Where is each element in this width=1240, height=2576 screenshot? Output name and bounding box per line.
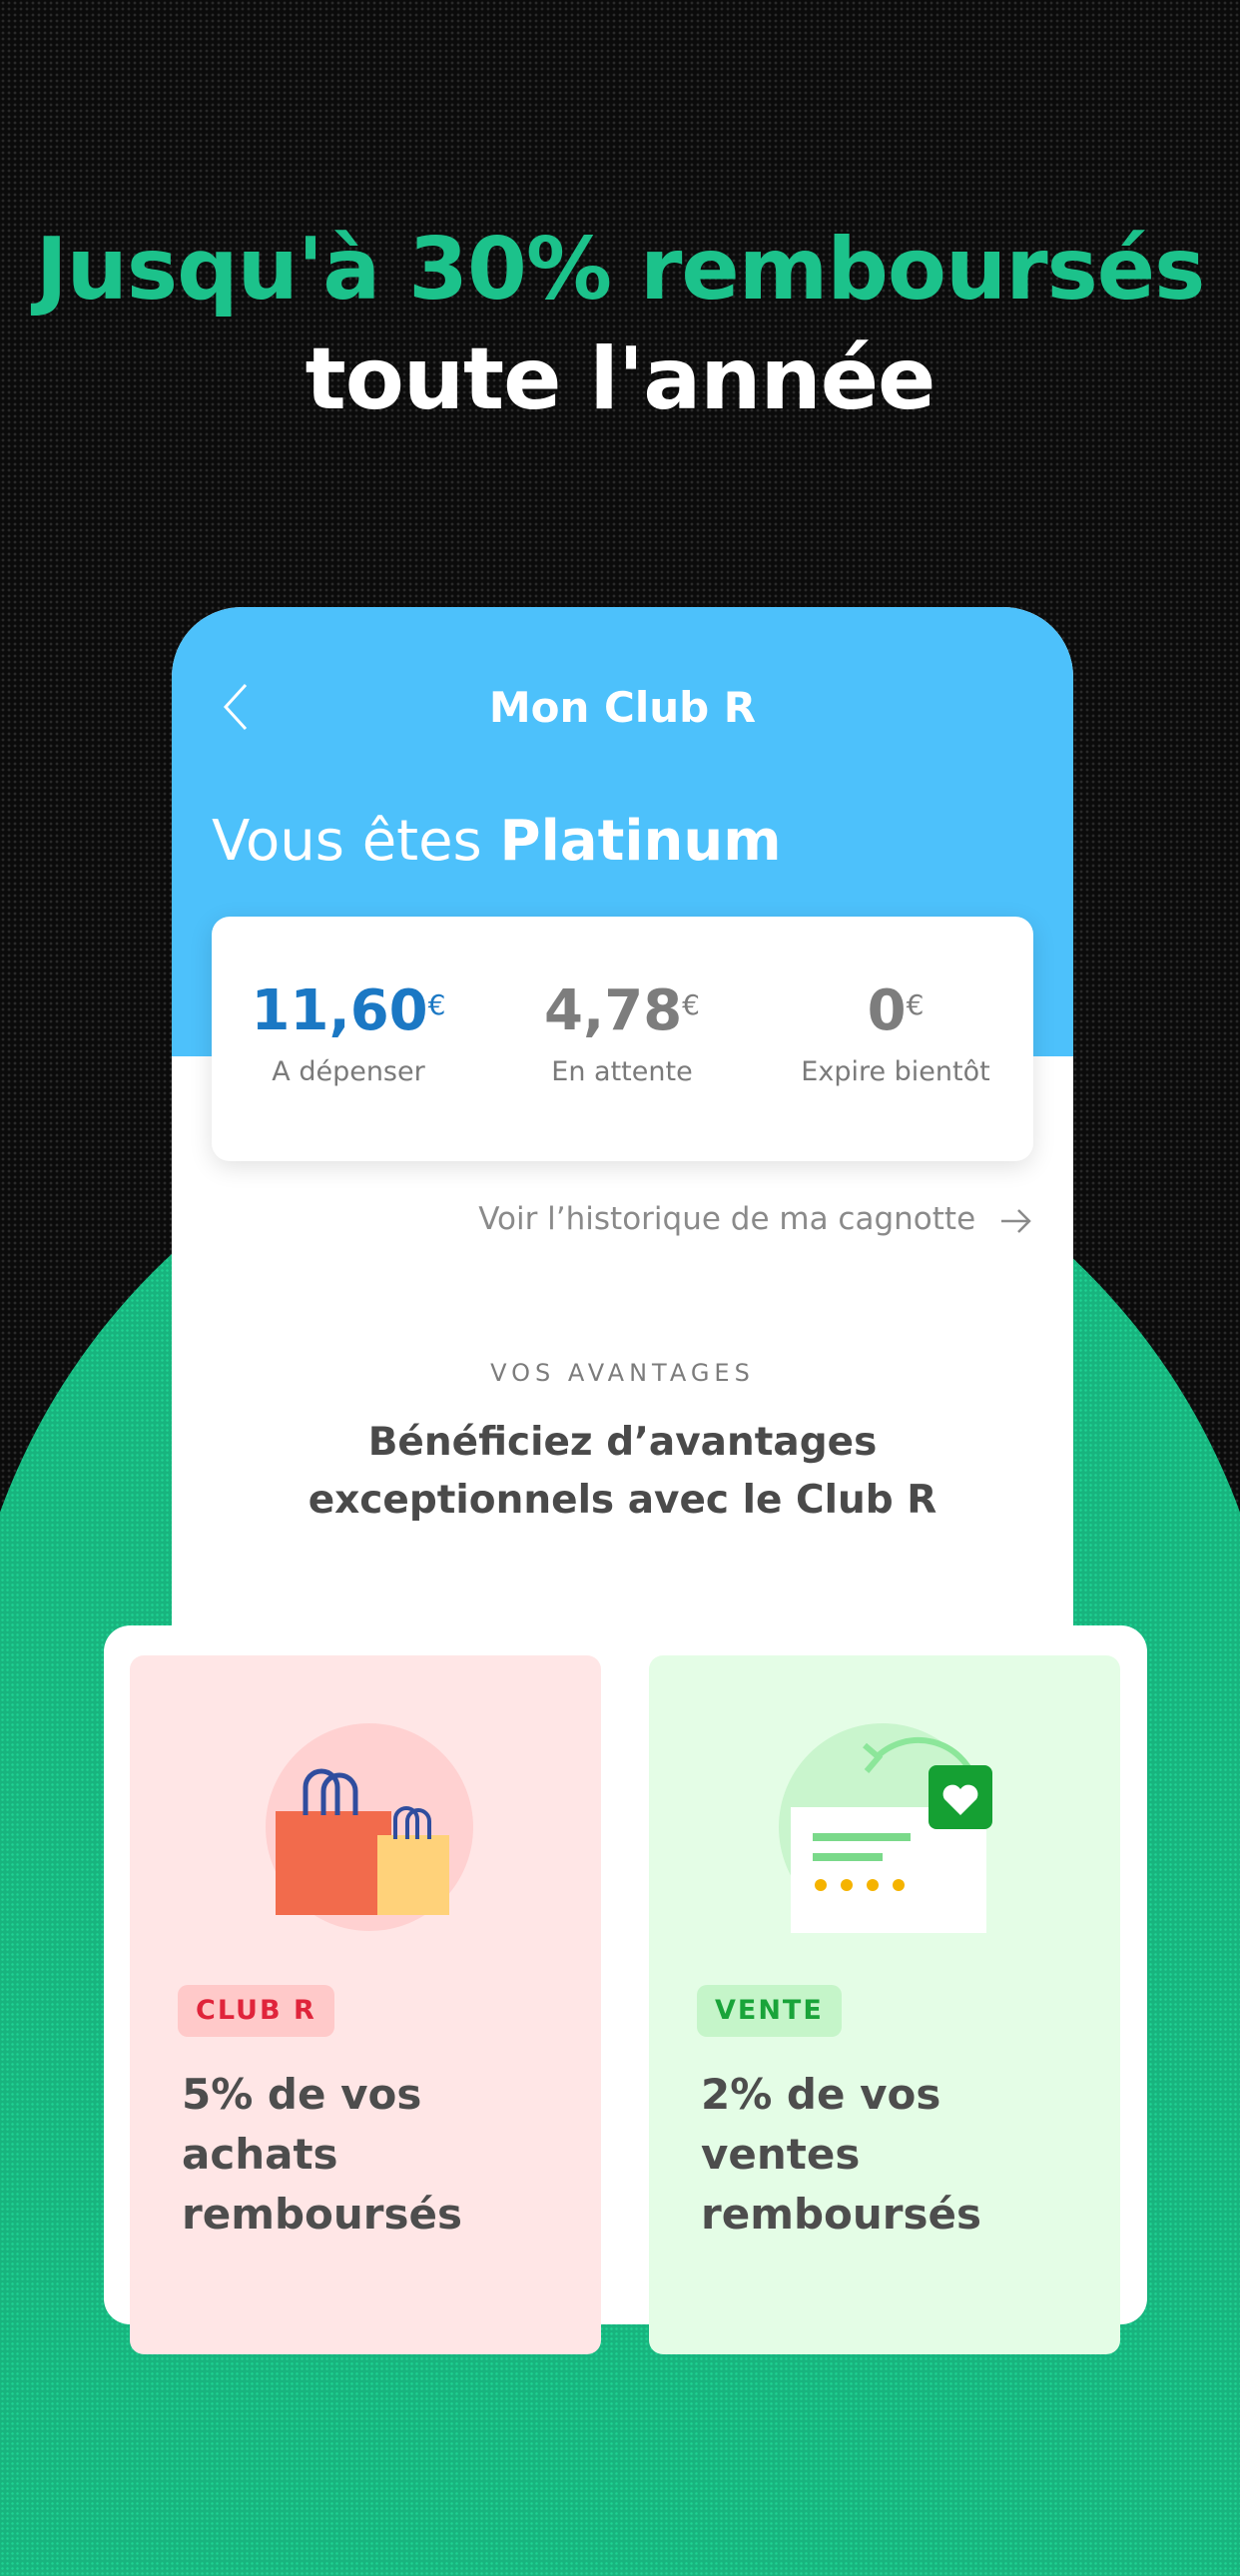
- history-link-label: Voir l’historique de ma cagnotte: [478, 1201, 976, 1237]
- history-link[interactable]: Voir l’historique de ma cagnotte: [478, 1196, 1033, 1242]
- review-heart-icon: [779, 1723, 992, 1933]
- balance-label: Expire bientôt: [801, 1056, 990, 1087]
- tag-club-r: CLUB R: [178, 1985, 334, 2037]
- status-level: Platinum: [499, 809, 782, 874]
- balance-label: En attente: [551, 1056, 693, 1087]
- advantages-cards-panel: CLUB R 5% de vos achats remboursés VENTE…: [104, 1625, 1147, 2354]
- advantage-card-purchases[interactable]: CLUB R 5% de vos achats remboursés: [130, 1655, 601, 2354]
- balance-spend: 11,60€ A dépenser: [212, 976, 485, 1092]
- tag-vente: VENTE: [697, 1985, 842, 2037]
- advantages-kicker: VOS AVANTAGES: [490, 1359, 755, 1387]
- headline-line-2: toute l'année: [305, 329, 936, 429]
- promo-headline: Jusqu'à 30% remboursés toute l'année: [0, 215, 1240, 434]
- balance-label: A dépenser: [272, 1056, 425, 1087]
- advantages-title: Bénéficiez d’avantages exceptionnels ave…: [308, 1420, 937, 1523]
- advantage-card-sales[interactable]: VENTE 2% de vos ventes remboursés: [649, 1655, 1120, 2354]
- balance-amount: 4,78€: [544, 978, 700, 1043]
- balance-card: 11,60€ A dépenser 4,78€ En attente 0€ Ex…: [212, 917, 1033, 1161]
- balance-amount: 0€: [867, 978, 925, 1043]
- balance-amount: 11,60€: [251, 978, 446, 1043]
- advantage-text: 2% de vos ventes remboursés: [701, 2070, 981, 2239]
- arrow-right-icon: [1001, 1208, 1031, 1233]
- balance-expiring: 0€ Expire bientôt: [759, 976, 1032, 1092]
- shopping-bags-icon: [266, 1723, 473, 1931]
- advantage-text: 5% de vos achats remboursés: [182, 2070, 462, 2239]
- balance-pending: 4,78€ En attente: [485, 976, 759, 1092]
- status-prefix: Vous êtes: [212, 809, 482, 874]
- screen-title: Mon Club R: [488, 683, 757, 732]
- headline-line-1: Jusqu'à 30% remboursés: [35, 220, 1206, 320]
- membership-status: Vous êtes Platinum: [212, 802, 782, 882]
